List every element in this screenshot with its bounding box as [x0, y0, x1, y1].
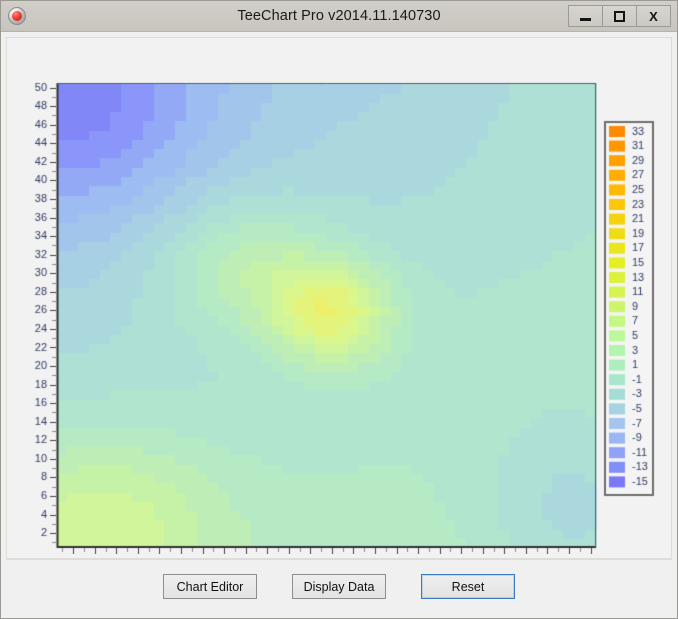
- display-data-button[interactable]: Display Data: [292, 574, 386, 599]
- window-controls: X: [568, 5, 671, 27]
- reset-button[interactable]: Reset: [421, 574, 515, 599]
- chart-editor-button[interactable]: Chart Editor: [163, 574, 257, 599]
- minimize-button[interactable]: [568, 5, 603, 27]
- maximize-button[interactable]: [602, 5, 637, 27]
- application-window: TeeChart Pro v2014.11.140730 X Chart Edi…: [0, 0, 678, 619]
- close-button[interactable]: X: [636, 5, 671, 27]
- teechart-app-icon[interactable]: [8, 7, 26, 25]
- heatmap-chart[interactable]: [7, 38, 671, 554]
- title-bar: TeeChart Pro v2014.11.140730 X: [1, 1, 677, 32]
- button-bar: Chart Editor Display Data Reset: [6, 559, 672, 613]
- chart-panel[interactable]: [6, 37, 672, 559]
- close-icon: X: [649, 8, 658, 24]
- maximize-icon: [614, 10, 625, 22]
- minimize-icon: [580, 17, 591, 21]
- client-area: Chart Editor Display Data Reset: [1, 32, 677, 618]
